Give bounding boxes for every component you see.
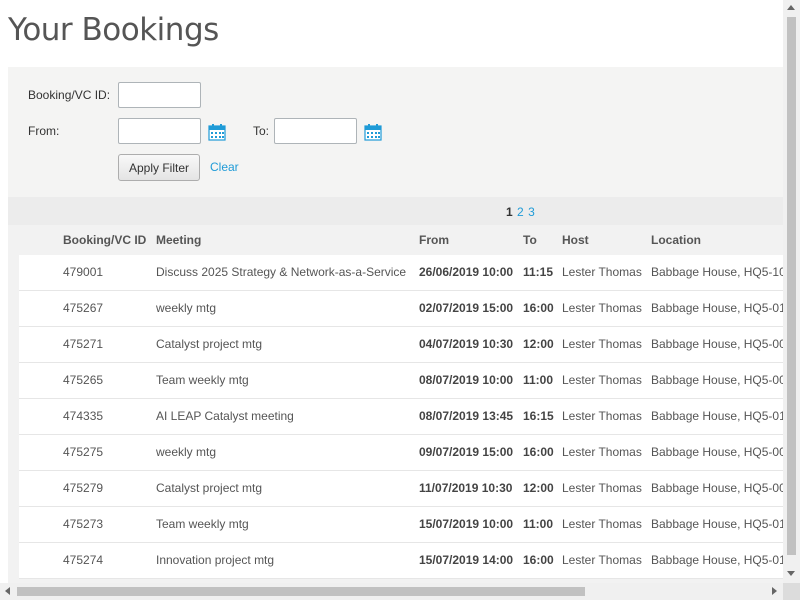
table-row[interactable]: 479001 Discuss 2025 Strategy & Network-a…	[19, 255, 783, 291]
scroll-up-arrow-icon[interactable]	[787, 5, 795, 10]
page-current: 1	[506, 205, 513, 219]
booking-id-cell: 475279	[63, 481, 104, 495]
to-cell: 11:00	[523, 373, 554, 387]
to-cell: 12:00	[523, 481, 554, 495]
from-cell: 08/07/2019 13:45	[419, 409, 514, 423]
location-cell: Babbage House, HQ5-00	[651, 337, 783, 351]
host-cell: Lester Thomas	[562, 409, 642, 423]
booking-id-input[interactable]	[118, 82, 201, 108]
booking-id-cell: 474335	[63, 409, 104, 423]
booking-id-cell: 475265	[63, 373, 104, 387]
meeting-cell: Catalyst project mtg	[156, 481, 263, 495]
host-cell: Lester Thomas	[562, 265, 642, 279]
page-link-2[interactable]: 2	[517, 205, 524, 219]
table-row[interactable]: 474335 AI LEAP Catalyst meeting 08/07/20…	[19, 399, 783, 435]
to-date-input[interactable]	[274, 118, 357, 144]
to-cell: 16:00	[523, 553, 554, 567]
from-cell: 04/07/2019 10:30	[419, 337, 514, 351]
location-cell: Babbage House, HQ5-01	[651, 517, 783, 531]
page-link-3[interactable]: 3	[528, 205, 535, 219]
to-cell: 16:00	[523, 445, 554, 459]
booking-id-cell: 475271	[63, 337, 104, 351]
column-header-to: To	[523, 233, 537, 247]
booking-id-cell: 475275	[63, 445, 104, 459]
pagination-bar: 1 2 3	[8, 197, 783, 225]
table-row[interactable]: 475279 Catalyst project mtg 11/07/2019 1…	[19, 471, 783, 507]
scroll-down-arrow-icon[interactable]	[787, 571, 795, 576]
apply-filter-button[interactable]: Apply Filter	[118, 154, 200, 181]
location-cell: Babbage House, HQ5-01	[651, 553, 783, 567]
from-cell: 15/07/2019 10:00	[419, 517, 514, 531]
table-row[interactable]: 475275 weekly mtg 09/07/2019 15:00 16:00…	[19, 435, 783, 471]
booking-id-cell: 479001	[63, 265, 104, 279]
scroll-right-arrow-icon[interactable]	[772, 587, 777, 595]
table-body: 479001 Discuss 2025 Strategy & Network-a…	[19, 255, 783, 579]
location-cell: Babbage House, HQ5-00	[651, 481, 783, 495]
table-row[interactable]: 475265 Team weekly mtg 08/07/2019 10:00 …	[19, 363, 783, 399]
location-cell: Babbage House, HQ5-10	[651, 265, 783, 279]
column-header-host: Host	[562, 233, 589, 247]
meeting-cell: weekly mtg	[156, 301, 217, 315]
calendar-icon[interactable]	[364, 123, 382, 141]
meeting-cell: weekly mtg	[156, 445, 217, 459]
meeting-cell: AI LEAP Catalyst meeting	[156, 409, 294, 423]
from-cell: 02/07/2019 15:00	[419, 301, 514, 315]
host-cell: Lester Thomas	[562, 373, 642, 387]
host-cell: Lester Thomas	[562, 517, 642, 531]
host-cell: Lester Thomas	[562, 337, 642, 351]
calendar-icon[interactable]	[208, 123, 226, 141]
column-header-from: From	[419, 233, 449, 247]
from-cell: 09/07/2019 15:00	[419, 445, 514, 459]
bookings-table: Booking/VC ID Meeting From To Host Locat…	[8, 225, 783, 583]
vertical-scroll-thumb[interactable]	[787, 17, 796, 555]
location-cell: Babbage House, HQ5-00	[651, 373, 783, 387]
table-row[interactable]: 475267 weekly mtg 02/07/2019 15:00 16:00…	[19, 291, 783, 327]
to-cell: 11:00	[523, 517, 554, 531]
to-label: To:	[253, 124, 270, 138]
horizontal-scroll-thumb[interactable]	[17, 587, 585, 596]
table-row[interactable]: 475273 Team weekly mtg 15/07/2019 10:00 …	[19, 507, 783, 543]
to-cell: 16:00	[523, 301, 554, 315]
from-cell: 08/07/2019 10:00	[419, 373, 514, 387]
scrollbar-corner	[783, 583, 800, 600]
from-cell: 26/06/2019 10:00	[419, 265, 514, 279]
meeting-cell: Team weekly mtg	[156, 373, 249, 387]
host-cell: Lester Thomas	[562, 301, 642, 315]
scroll-left-arrow-icon[interactable]	[5, 587, 10, 595]
from-date-input[interactable]	[118, 118, 201, 144]
from-label: From:	[28, 124, 60, 138]
clear-filter-link[interactable]: Clear	[210, 160, 239, 174]
host-cell: Lester Thomas	[562, 553, 642, 567]
booking-id-cell: 475267	[63, 301, 104, 315]
booking-id-cell: 475273	[63, 517, 104, 531]
from-cell: 15/07/2019 14:00	[419, 553, 514, 567]
page-viewport: Your Bookings Booking/VC ID: From: To: A…	[0, 0, 783, 583]
column-header-id: Booking/VC ID	[63, 233, 147, 247]
host-cell: Lester Thomas	[562, 481, 642, 495]
meeting-cell: Innovation project mtg	[156, 553, 275, 567]
host-cell: Lester Thomas	[562, 445, 642, 459]
to-cell: 16:15	[523, 409, 554, 423]
to-cell: 11:15	[523, 265, 554, 279]
page-title: Your Bookings	[8, 12, 219, 48]
from-cell: 11/07/2019 10:30	[419, 481, 513, 495]
booking-id-label: Booking/VC ID:	[28, 88, 111, 102]
column-header-location: Location	[651, 233, 701, 247]
filter-panel: Booking/VC ID: From: To: Apply Filter Cl…	[8, 67, 783, 197]
table-row[interactable]: 475274 Innovation project mtg 15/07/2019…	[19, 543, 783, 579]
location-cell: Babbage House, HQ5-01	[651, 301, 783, 315]
column-header-meeting: Meeting	[156, 233, 202, 247]
meeting-cell: Team weekly mtg	[156, 517, 249, 531]
vertical-scrollbar[interactable]	[783, 0, 800, 583]
to-cell: 12:00	[523, 337, 554, 351]
pagination: 1 2 3	[506, 205, 536, 219]
horizontal-scrollbar[interactable]	[0, 583, 783, 600]
meeting-cell: Catalyst project mtg	[156, 337, 263, 351]
booking-id-cell: 475274	[63, 553, 104, 567]
location-cell: Babbage House, HQ5-01	[651, 409, 783, 423]
meeting-cell: Discuss 2025 Strategy & Network-as-a-Ser…	[156, 265, 407, 279]
table-row[interactable]: 475271 Catalyst project mtg 04/07/2019 1…	[19, 327, 783, 363]
location-cell: Babbage House, HQ5-00	[651, 445, 783, 459]
